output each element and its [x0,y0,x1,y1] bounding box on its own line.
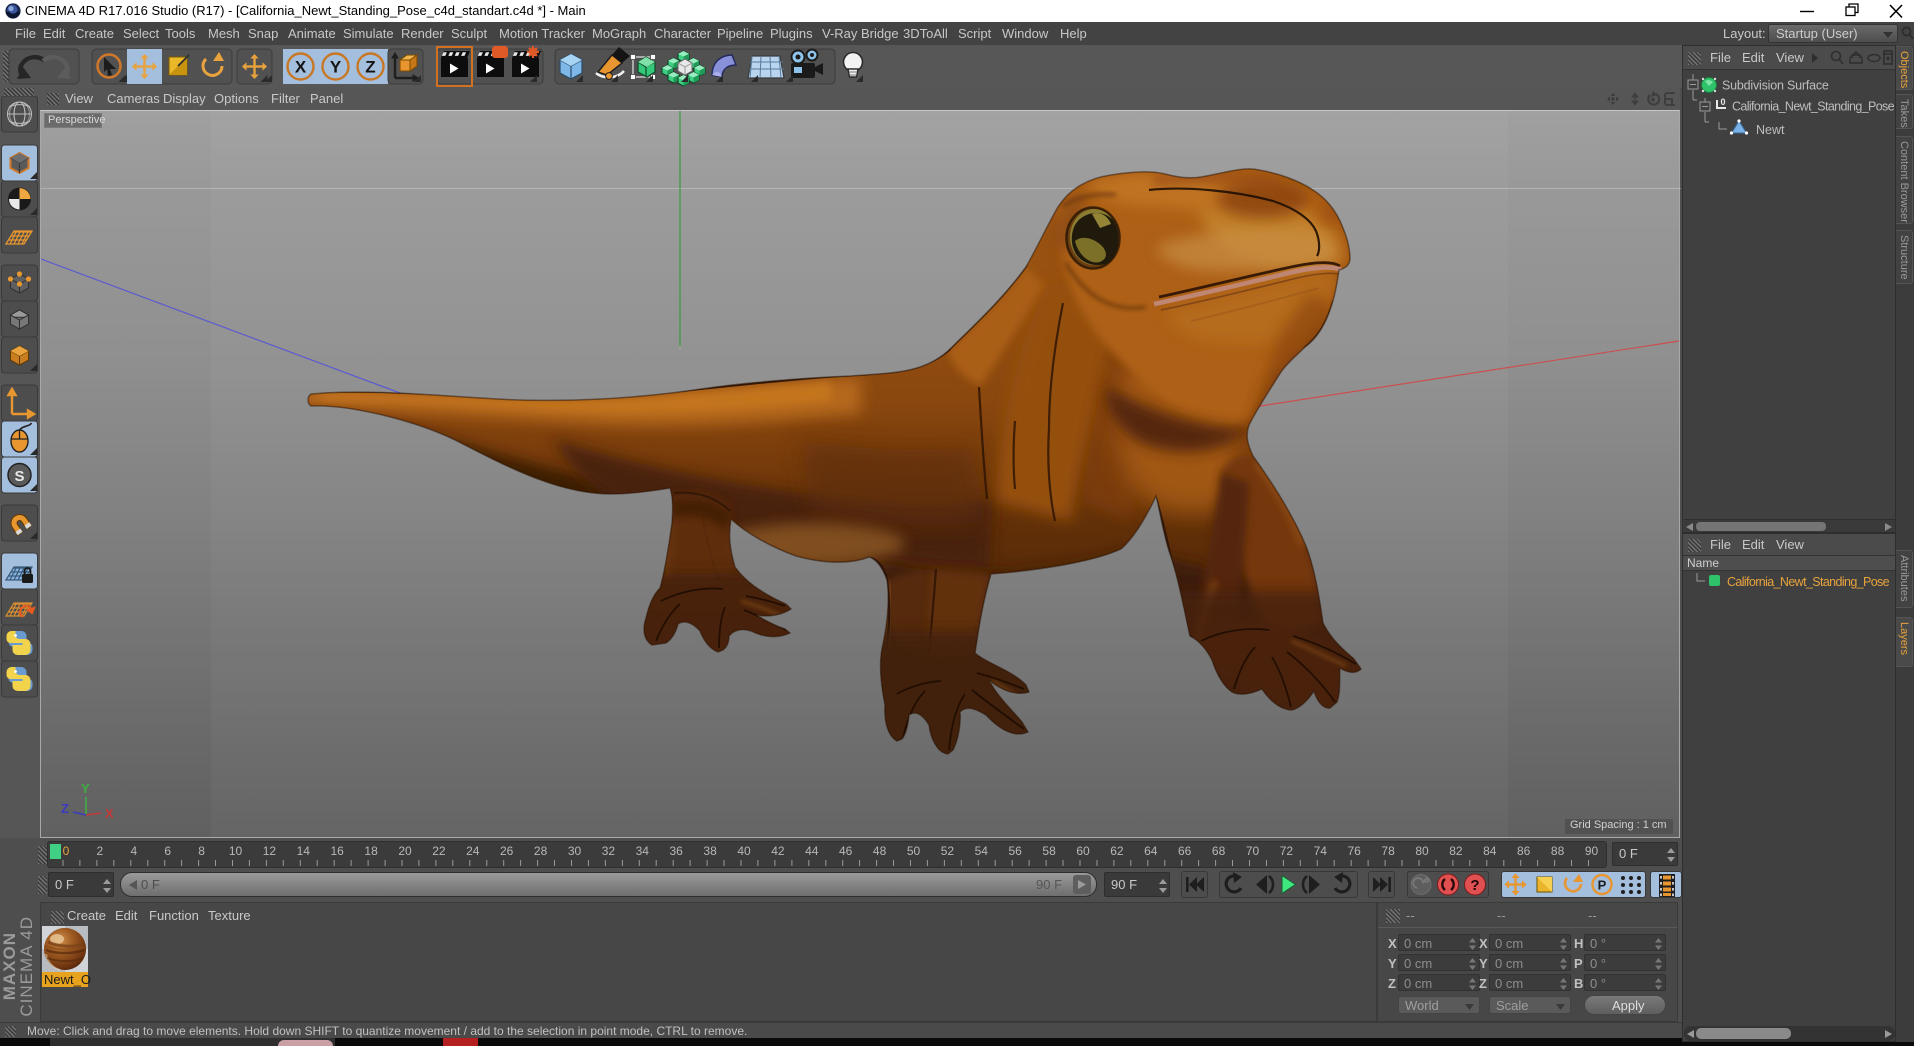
svg-text:Newt: Newt [1756,123,1785,137]
svg-text:Z: Z [61,801,69,816]
svg-text:California_Newt_Standing_Pose: California_Newt_Standing_Pose [1727,575,1890,589]
svg-text:P: P [1598,878,1607,893]
svg-text:Subdivision Surface: Subdivision Surface [1722,79,1829,93]
svg-text:?: ? [1470,877,1479,894]
svg-text:S: S [14,468,24,485]
svg-text:0: 0 [1721,97,1726,107]
svg-text:California_Newt_Standing_Pose: California_Newt_Standing_Pose [1732,100,1895,114]
svg-text:Z: Z [365,58,375,77]
svg-text:X: X [105,806,114,821]
svg-text:X: X [295,58,307,77]
svg-text:Y: Y [81,781,90,796]
svg-text:Y: Y [330,58,342,77]
